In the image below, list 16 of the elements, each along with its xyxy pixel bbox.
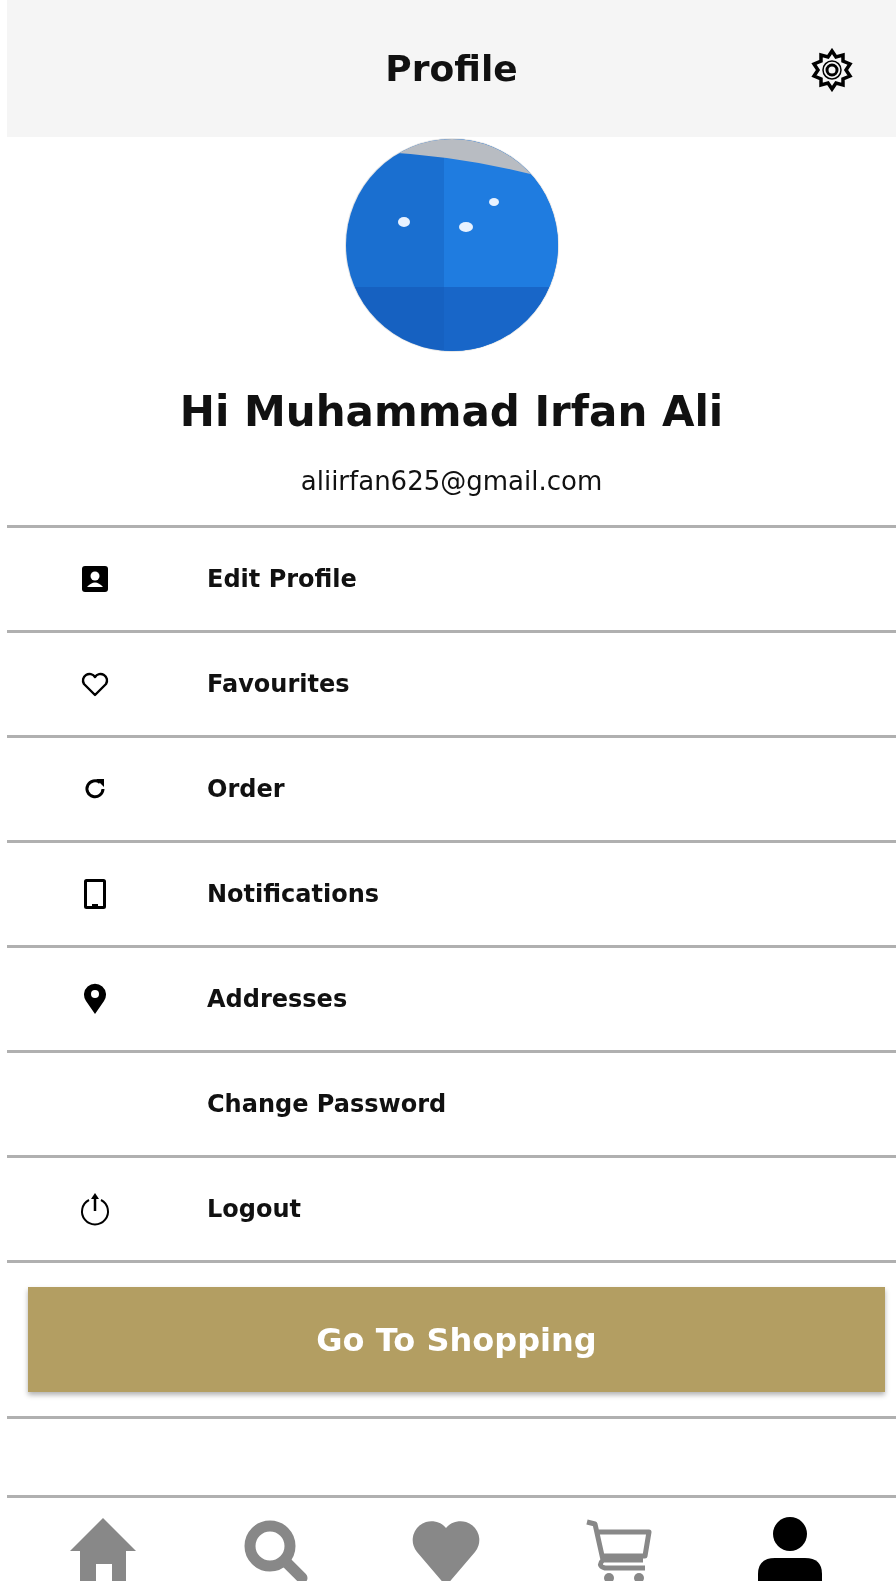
menu-item[interactable]: Order	[207, 775, 285, 803]
power-icon	[79, 1192, 111, 1226]
phone-icon	[84, 879, 106, 909]
page-title: Profile	[385, 48, 518, 89]
settings-icon[interactable]	[810, 48, 854, 92]
user-name: Hi Muhammad Irfan Ali	[179, 387, 724, 436]
menu-item[interactable]: Notifications	[207, 880, 380, 908]
menu-item[interactable]: Change Password	[207, 1090, 447, 1118]
menu-item[interactable]: Addresses	[207, 985, 348, 1013]
contact-card-icon	[82, 566, 108, 592]
menu-item[interactable]: Edit Profile	[207, 565, 357, 593]
heart-icon	[81, 671, 109, 697]
location-pin-icon	[83, 983, 107, 1015]
menu-item[interactable]: Logout	[207, 1195, 301, 1223]
user-email: aliirfan625@gmail.com	[300, 466, 603, 496]
menu-item[interactable]: Favourites	[207, 670, 350, 698]
